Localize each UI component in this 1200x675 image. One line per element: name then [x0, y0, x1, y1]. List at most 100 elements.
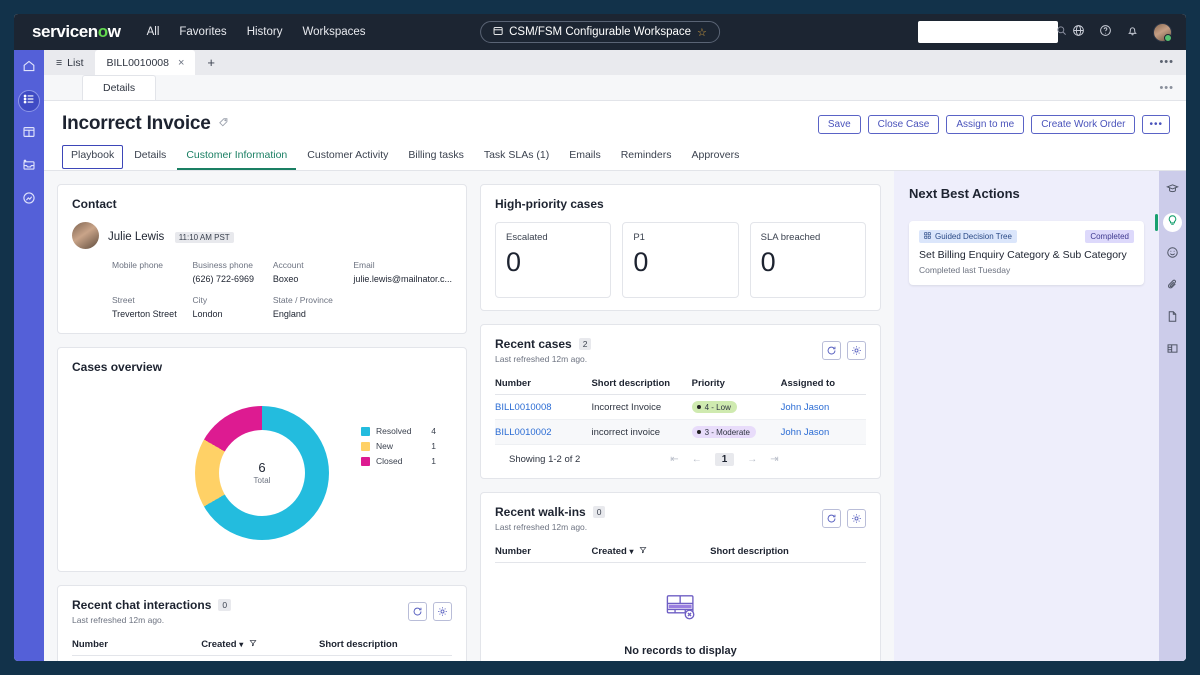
- tab-reminders[interactable]: Reminders: [612, 145, 681, 170]
- table-row[interactable]: BILL0010002 incorrect invoice 3 - Moderate…: [495, 419, 866, 445]
- detail-tab-label: Details: [103, 82, 136, 94]
- contact-name[interactable]: Julie Lewis: [108, 231, 164, 243]
- bell-icon[interactable]: [1126, 24, 1139, 40]
- save-button[interactable]: Save: [817, 114, 861, 134]
- col-number[interactable]: Number: [72, 634, 202, 656]
- sidebar-item-list[interactable]: [18, 90, 40, 112]
- record-tab-bill0010008[interactable]: BILL0010008 ×: [95, 50, 196, 75]
- pager-next-button[interactable]: →: [747, 454, 757, 465]
- table-header-row: Number Created ▾ Short description: [72, 634, 452, 656]
- favorite-star-icon[interactable]: ☆: [697, 26, 707, 39]
- cell-short-description: Incorrect Invoice: [591, 394, 692, 420]
- pager-last-button[interactable]: ⇥: [770, 454, 778, 465]
- tab-task-slas[interactable]: Task SLAs (1): [475, 145, 558, 170]
- col-short-description[interactable]: Short description: [710, 541, 866, 563]
- table-row[interactable]: BILL0010008 Incorrect Invoice 4 - Low John …: [495, 394, 866, 420]
- tab-details[interactable]: Details: [82, 75, 157, 100]
- contact-fields: Mobile phone Business phone (626) 722-69…: [112, 260, 452, 319]
- legend-item[interactable]: New 1: [361, 441, 436, 451]
- detail-overflow-menu[interactable]: •••: [1159, 82, 1174, 94]
- contact-avatar: [72, 222, 99, 249]
- tab-emails[interactable]: Emails: [560, 145, 610, 170]
- list-tab-label: List: [67, 56, 84, 69]
- tab-details-section[interactable]: Details: [125, 145, 175, 170]
- right-rail-item-learning[interactable]: [1163, 181, 1182, 200]
- sidebar-item-dashboard[interactable]: [18, 123, 40, 145]
- help-icon[interactable]: [1099, 24, 1112, 40]
- hp-box-p1[interactable]: P1 0: [622, 222, 739, 298]
- pager-current-page[interactable]: 1: [714, 453, 735, 466]
- sidebar-item-analytics[interactable]: [18, 189, 40, 211]
- gear-icon[interactable]: [847, 509, 866, 528]
- right-rail-item-documents[interactable]: [1163, 309, 1182, 328]
- global-search[interactable]: [918, 21, 1066, 43]
- legend-item[interactable]: Closed 1: [361, 456, 436, 466]
- nav-item-workspaces[interactable]: Workspaces: [302, 26, 365, 38]
- filter-icon[interactable]: [249, 639, 257, 650]
- case-number-link[interactable]: BILL0010002: [495, 427, 552, 438]
- tab-approvers[interactable]: Approvers: [683, 145, 749, 170]
- legend-item[interactable]: Resolved 4: [361, 426, 436, 436]
- refresh-icon[interactable]: [822, 341, 841, 360]
- assignee-link[interactable]: John Jason: [781, 427, 830, 438]
- nav-item-history[interactable]: History: [247, 26, 283, 38]
- new-tab-button[interactable]: +: [195, 55, 227, 70]
- assignee-link[interactable]: John Jason: [781, 402, 830, 413]
- next-best-action-card[interactable]: Guided Decision Tree Completed Set Billi…: [909, 221, 1144, 285]
- col-short-description[interactable]: Short description: [591, 373, 692, 395]
- donut-center: 6 Total: [219, 429, 305, 516]
- col-priority[interactable]: Priority: [691, 373, 781, 395]
- hp-box-sla-breached[interactable]: SLA breached 0: [749, 222, 866, 298]
- gear-icon[interactable]: [847, 341, 866, 360]
- nav-item-all[interactable]: All: [147, 26, 160, 38]
- tag-icon[interactable]: [218, 117, 229, 131]
- right-rail-item-layout[interactable]: [1163, 341, 1182, 360]
- workspace-chip[interactable]: CSM/FSM Configurable Workspace ☆: [480, 21, 720, 43]
- servicenow-logo[interactable]: servicen o w: [32, 22, 121, 42]
- tab-customer-information[interactable]: Customer Information: [177, 145, 297, 170]
- col-created[interactable]: Created ▾: [201, 634, 319, 656]
- sidebar-item-inbox[interactable]: [18, 156, 40, 178]
- refresh-icon[interactable]: [822, 509, 841, 528]
- tab-customer-activity[interactable]: Customer Activity: [298, 145, 397, 170]
- nba-card-subtext: Completed last Tuesday: [919, 265, 1011, 275]
- user-avatar[interactable]: [1153, 22, 1172, 42]
- hp-value: 0: [506, 247, 522, 277]
- case-number-link[interactable]: BILL0010008: [495, 402, 552, 413]
- filter-icon[interactable]: [639, 546, 647, 557]
- tab-playbook[interactable]: Playbook: [62, 145, 124, 169]
- col-short-description[interactable]: Short description: [318, 634, 452, 656]
- hp-box-escalated[interactable]: Escalated 0: [495, 222, 612, 298]
- hp-value: 0: [760, 247, 776, 277]
- nav-item-favorites[interactable]: Favorites: [179, 26, 226, 38]
- tabstrip-overflow-menu[interactable]: •••: [1159, 56, 1174, 68]
- field-label: Account: [272, 260, 304, 270]
- col-number[interactable]: Number: [495, 541, 592, 563]
- right-rail-item-sentiment[interactable]: [1163, 245, 1182, 264]
- assign-to-me-button[interactable]: Assign to me: [946, 114, 1025, 134]
- close-icon[interactable]: ×: [178, 57, 184, 69]
- pager-first-button[interactable]: ⇤: [670, 454, 678, 465]
- list-tab[interactable]: ≡ List: [44, 50, 95, 75]
- col-number[interactable]: Number: [495, 373, 592, 395]
- field-value: julie.lewis@mailnator.c...: [353, 274, 452, 284]
- donut-chart[interactable]: 6 Total: [195, 405, 329, 540]
- no-records-icon: [664, 589, 698, 628]
- more-actions-button[interactable]: •••: [1142, 114, 1170, 134]
- right-rail-item-insights[interactable]: [1155, 213, 1182, 232]
- recent-cases-refreshed: Last refreshed 12m ago.: [495, 354, 588, 364]
- cell-assigned-to: John Jason: [780, 419, 866, 445]
- create-work-order-button[interactable]: Create Work Order: [1031, 114, 1136, 134]
- tab-billing-tasks[interactable]: Billing tasks: [399, 145, 472, 170]
- cell-number: BILL0010008: [495, 394, 592, 420]
- gear-icon[interactable]: [433, 602, 452, 621]
- close-case-button[interactable]: Close Case: [867, 114, 940, 134]
- sidebar-item-home[interactable]: [18, 57, 40, 79]
- col-created[interactable]: Created ▾: [591, 541, 711, 563]
- search-input[interactable]: [924, 26, 1056, 38]
- pager-prev-button[interactable]: ←: [692, 454, 702, 465]
- col-assigned-to[interactable]: Assigned to: [780, 373, 866, 395]
- refresh-icon[interactable]: [408, 602, 427, 621]
- right-rail-item-attachments[interactable]: [1163, 277, 1182, 296]
- globe-icon[interactable]: [1072, 24, 1085, 40]
